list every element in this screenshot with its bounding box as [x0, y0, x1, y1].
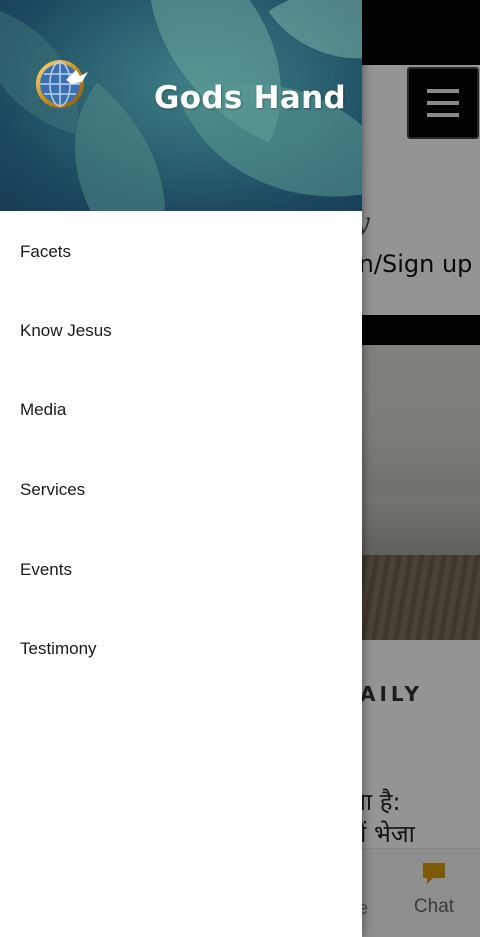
drawer-menu: Facets Know Jesus Media Services Events … [0, 211, 362, 689]
gods-hand-logo-icon [36, 60, 88, 126]
menu-item-services[interactable]: Services [0, 450, 362, 530]
menu-item-know-jesus[interactable]: Know Jesus [0, 291, 362, 371]
navigation-drawer: Gods Hand Facets Know Jesus Media Servic… [0, 0, 362, 937]
menu-item-testimony[interactable]: Testimony [0, 609, 362, 689]
brand-title: Gods Hand [154, 80, 346, 116]
menu-item-facets[interactable]: Facets [0, 211, 362, 291]
menu-item-media[interactable]: Media [0, 370, 362, 450]
drawer-header: Gods Hand [0, 0, 362, 211]
menu-item-events[interactable]: Events [0, 530, 362, 610]
